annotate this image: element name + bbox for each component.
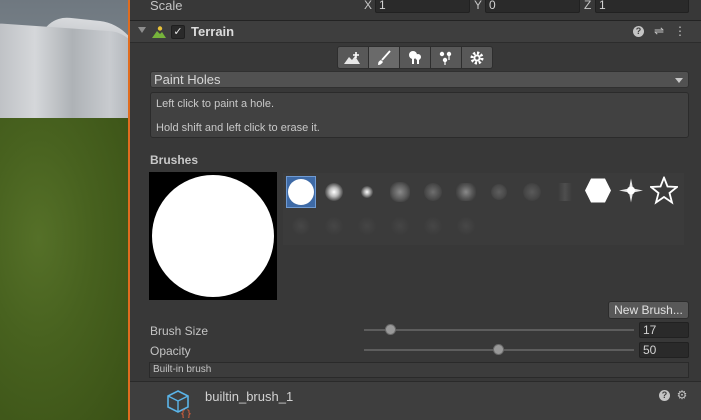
brush-size-label: Brush Size bbox=[150, 324, 209, 338]
brush-splatter-icon bbox=[456, 183, 476, 201]
brush-slot-14[interactable] bbox=[319, 210, 349, 242]
brush-grass-icon bbox=[558, 183, 572, 201]
terrain-grass bbox=[0, 118, 128, 420]
new-brush-button[interactable]: New Brush... bbox=[608, 301, 689, 319]
help-icon[interactable]: ? bbox=[633, 26, 644, 37]
brush-slot-10[interactable] bbox=[583, 176, 613, 208]
help-line-1: Left click to paint a hole. bbox=[156, 98, 275, 110]
scale-y-field[interactable]: 0 bbox=[485, 0, 580, 13]
scale-z-field[interactable]: 1 bbox=[595, 0, 689, 13]
brush-slot-13[interactable] bbox=[286, 210, 316, 242]
brush-slot-2[interactable] bbox=[319, 176, 349, 208]
brush-slot-5[interactable] bbox=[418, 176, 448, 208]
brush-cloud-icon bbox=[424, 183, 442, 201]
opacity-label: Opacity bbox=[150, 344, 191, 358]
chevron-down-icon bbox=[675, 78, 683, 83]
brush-small-soft-icon bbox=[361, 186, 373, 198]
brush-star-icon bbox=[648, 175, 680, 208]
scale-y-label: Y bbox=[474, 0, 483, 12]
create-terrain-icon bbox=[344, 51, 360, 64]
component-title: Terrain bbox=[191, 24, 235, 39]
brush-rock-icon bbox=[491, 184, 507, 200]
brush-slot-17[interactable] bbox=[418, 210, 448, 242]
paint-mode-selected: Paint Holes bbox=[154, 72, 221, 87]
brush-asset-name: builtin_brush_1 bbox=[205, 389, 294, 404]
brush-slot-4[interactable] bbox=[385, 176, 415, 208]
brush-faded-icon bbox=[457, 217, 475, 235]
brush-slot-11[interactable] bbox=[616, 176, 646, 208]
scene-view[interactable] bbox=[0, 0, 128, 420]
scale-row: Scale X 1 Y 0 Z 1 bbox=[130, 0, 701, 14]
brush-slot-3[interactable] bbox=[352, 176, 382, 208]
gear-icon bbox=[470, 51, 484, 64]
scale-x-label: X bbox=[364, 0, 373, 12]
brush-preview-shape bbox=[152, 175, 274, 297]
brush-faded-icon bbox=[391, 217, 409, 235]
help-line-2: Hold shift and left click to erase it. bbox=[156, 122, 320, 134]
scale-x-field[interactable]: 1 bbox=[375, 0, 470, 13]
asset-help-icon[interactable]: ? bbox=[659, 390, 670, 401]
brush-noise-icon bbox=[390, 182, 410, 202]
trees-icon bbox=[409, 50, 421, 64]
asset-settings-icon[interactable]: ⚙ bbox=[675, 388, 689, 402]
svg-text:{}: {} bbox=[180, 409, 192, 418]
brush-size-field[interactable]: 17 bbox=[639, 322, 689, 338]
brush-preview bbox=[149, 172, 277, 300]
paint-mode-dropdown[interactable]: Paint Holes bbox=[150, 71, 689, 88]
builtin-brush-notice: Built-in brush bbox=[149, 362, 689, 378]
details-icon bbox=[439, 51, 452, 65]
brush-faded-icon bbox=[424, 217, 442, 235]
brush-slot-6[interactable] bbox=[451, 176, 481, 208]
brush-size-slider-thumb[interactable] bbox=[385, 324, 396, 335]
brush-sparkle-icon bbox=[618, 178, 644, 207]
brush-hard-round-icon bbox=[288, 179, 314, 205]
component-enabled-checkbox[interactable]: ✓ bbox=[171, 25, 185, 39]
brush-faded-icon bbox=[292, 217, 310, 235]
create-neighbor-terrains-tool[interactable] bbox=[337, 46, 369, 69]
brush-faded-icon bbox=[358, 217, 376, 235]
terrain-component-icon bbox=[152, 26, 166, 38]
brush-swirl-icon bbox=[523, 183, 541, 201]
inspector-panel: Scale X 1 Y 0 Z 1 ✓ Terrain ? ⇌ ⋮ Paint … bbox=[130, 0, 701, 420]
paint-trees-tool[interactable] bbox=[399, 46, 431, 69]
brush-size-slider[interactable] bbox=[364, 329, 634, 331]
paint-details-tool[interactable] bbox=[430, 46, 462, 69]
context-menu-icon[interactable]: ⋮ bbox=[673, 24, 687, 38]
brush-slot-8[interactable] bbox=[517, 176, 547, 208]
brush-slot-15[interactable] bbox=[352, 210, 382, 242]
foldout-arrow-icon[interactable] bbox=[138, 27, 146, 33]
brush-slot-18[interactable] bbox=[451, 210, 481, 242]
brush-asset-header[interactable]: {} builtin_brush_1 ? ⚙ bbox=[130, 381, 701, 420]
terrain-cliff bbox=[0, 22, 128, 130]
brush-slot-1[interactable] bbox=[286, 176, 316, 208]
brush-soft-round-icon bbox=[325, 183, 343, 201]
paintbrush-icon bbox=[378, 49, 391, 65]
terrain-tools-toolbar bbox=[337, 46, 493, 69]
brush-grid bbox=[283, 173, 684, 245]
paint-terrain-tool[interactable] bbox=[368, 46, 400, 69]
terrain-settings-tool[interactable] bbox=[461, 46, 493, 69]
brush-slot-16[interactable] bbox=[385, 210, 415, 242]
help-box: Left click to paint a hole. Hold shift a… bbox=[150, 92, 689, 138]
brush-faded-icon bbox=[325, 217, 343, 235]
brushes-heading: Brushes bbox=[150, 153, 199, 167]
presets-icon[interactable]: ⇌ bbox=[652, 24, 666, 38]
scale-label: Scale bbox=[150, 0, 183, 13]
opacity-slider-thumb[interactable] bbox=[493, 344, 504, 355]
brush-slot-9[interactable] bbox=[550, 176, 580, 208]
brush-slot-7[interactable] bbox=[484, 176, 514, 208]
brush-asset-icon: {} bbox=[167, 390, 192, 418]
brush-hexagon-icon bbox=[584, 178, 612, 207]
brush-slot-12[interactable] bbox=[648, 175, 680, 208]
opacity-field[interactable]: 50 bbox=[639, 342, 689, 358]
scale-z-label: Z bbox=[584, 0, 592, 12]
terrain-component-header[interactable]: ✓ Terrain ? ⇌ ⋮ bbox=[130, 21, 701, 43]
